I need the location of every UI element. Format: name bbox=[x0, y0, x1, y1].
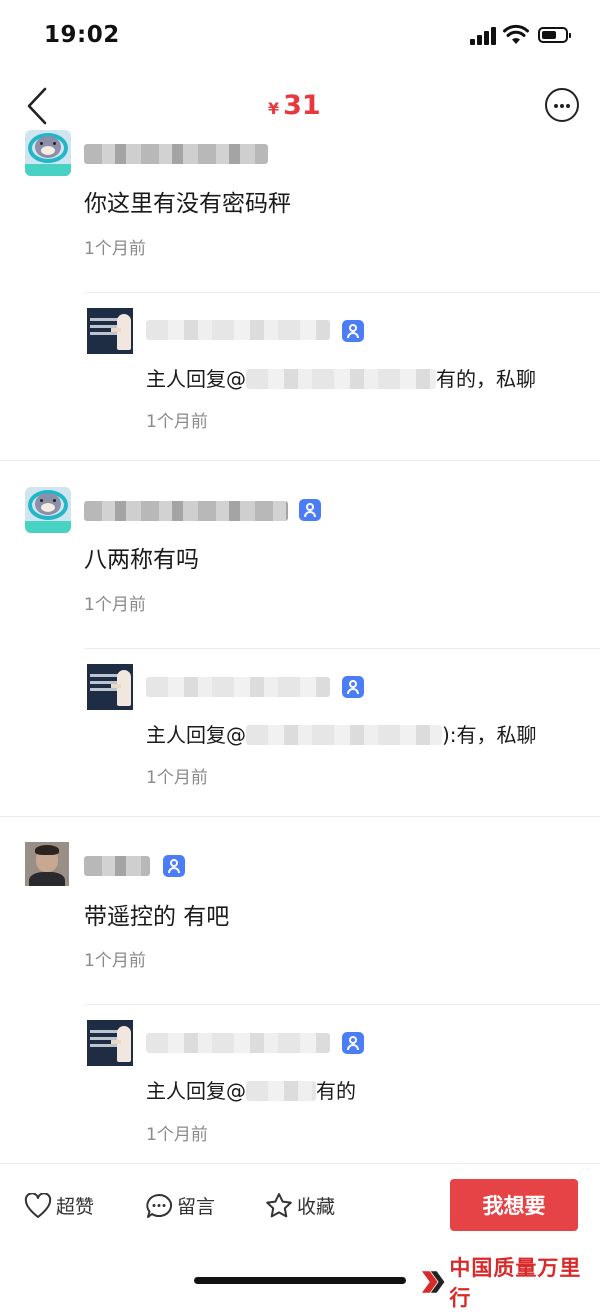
comment-button[interactable]: 留言 bbox=[145, 1192, 215, 1219]
home-indicator[interactable] bbox=[194, 1277, 406, 1284]
favorite-button[interactable]: 收藏 bbox=[265, 1192, 335, 1219]
price: ¥31 bbox=[268, 90, 321, 121]
divider bbox=[84, 1004, 600, 1005]
seller-name-redacted[interactable] bbox=[146, 320, 330, 340]
comment-label: 留言 bbox=[177, 1196, 216, 1218]
watermark-logo-icon bbox=[421, 1271, 445, 1293]
reply-time: 1个月前 bbox=[146, 768, 208, 788]
verified-badge-icon bbox=[342, 1032, 364, 1054]
comment-bubble-icon bbox=[146, 1193, 173, 1218]
like-button[interactable]: 超赞 bbox=[24, 1192, 94, 1219]
commenter-avatar[interactable] bbox=[25, 842, 69, 886]
reply-time: 1个月前 bbox=[146, 1125, 208, 1145]
back-icon[interactable] bbox=[24, 86, 50, 126]
comment-text: 带遥控的 有吧 bbox=[84, 904, 230, 930]
reply-prefix: 主人回复@ bbox=[146, 367, 246, 391]
status-time: 19:02 bbox=[44, 22, 120, 48]
comment-time: 1个月前 bbox=[84, 951, 146, 971]
comment-time: 1个月前 bbox=[84, 239, 146, 259]
seller-avatar[interactable] bbox=[87, 308, 133, 354]
commenter-name-redacted[interactable] bbox=[84, 144, 268, 164]
reply-time: 1个月前 bbox=[146, 412, 208, 432]
divider bbox=[84, 292, 600, 293]
verified-badge-icon bbox=[342, 676, 364, 698]
seller-name-redacted[interactable] bbox=[146, 1033, 330, 1053]
more-icon[interactable] bbox=[545, 88, 579, 122]
seller-avatar[interactable] bbox=[87, 664, 133, 710]
mention-redacted bbox=[246, 369, 436, 389]
heart-icon bbox=[24, 1192, 52, 1218]
commenter-avatar[interactable] bbox=[25, 130, 71, 176]
bottom-bar-divider bbox=[0, 1163, 600, 1164]
reply-prefix: 主人回复@ bbox=[146, 723, 246, 747]
commenter-name-redacted[interactable] bbox=[84, 501, 288, 521]
seller-name-redacted[interactable] bbox=[146, 677, 330, 697]
star-icon bbox=[266, 1193, 292, 1218]
reply-text: 主人回复@ ):有，私聊 bbox=[146, 719, 537, 748]
price-currency: ¥ bbox=[268, 99, 280, 118]
cellular-signal-icon bbox=[470, 27, 497, 45]
wifi-icon bbox=[503, 24, 529, 44]
commenter-name-redacted[interactable] bbox=[84, 856, 150, 876]
comment-time: 1个月前 bbox=[84, 595, 146, 615]
seller-avatar[interactable] bbox=[87, 1020, 133, 1066]
comment-text: 你这里有没有密码秤 bbox=[84, 191, 291, 217]
commenter-avatar[interactable] bbox=[25, 487, 71, 533]
verified-badge-icon bbox=[163, 855, 185, 877]
favorite-label: 收藏 bbox=[297, 1196, 336, 1218]
reply-prefix: 主人回复@ bbox=[146, 1079, 246, 1103]
watermark: 中国质量万里行 bbox=[420, 1252, 600, 1312]
reply-text: 主人回复@ 有的，私聊 bbox=[146, 363, 536, 392]
reply-suffix: 有的，私聊 bbox=[436, 367, 536, 391]
divider bbox=[84, 648, 600, 649]
mention-redacted bbox=[246, 725, 442, 745]
verified-badge-icon bbox=[342, 320, 364, 342]
reply-suffix: 有的 bbox=[316, 1079, 356, 1103]
reply-text: 主人回复@ 有的 bbox=[146, 1075, 356, 1104]
mention-redacted bbox=[246, 1081, 316, 1101]
divider bbox=[0, 460, 600, 461]
divider bbox=[0, 816, 600, 817]
comment-text: 八两称有吗 bbox=[84, 547, 199, 573]
like-label: 超赞 bbox=[56, 1196, 95, 1218]
battery-icon bbox=[538, 27, 571, 43]
verified-badge-icon bbox=[299, 499, 321, 521]
price-value: 31 bbox=[283, 90, 321, 121]
reply-suffix: ):有，私聊 bbox=[442, 723, 537, 747]
want-button[interactable]: 我想要 bbox=[450, 1179, 578, 1231]
watermark-text: 中国质量万里行 bbox=[449, 1255, 582, 1310]
